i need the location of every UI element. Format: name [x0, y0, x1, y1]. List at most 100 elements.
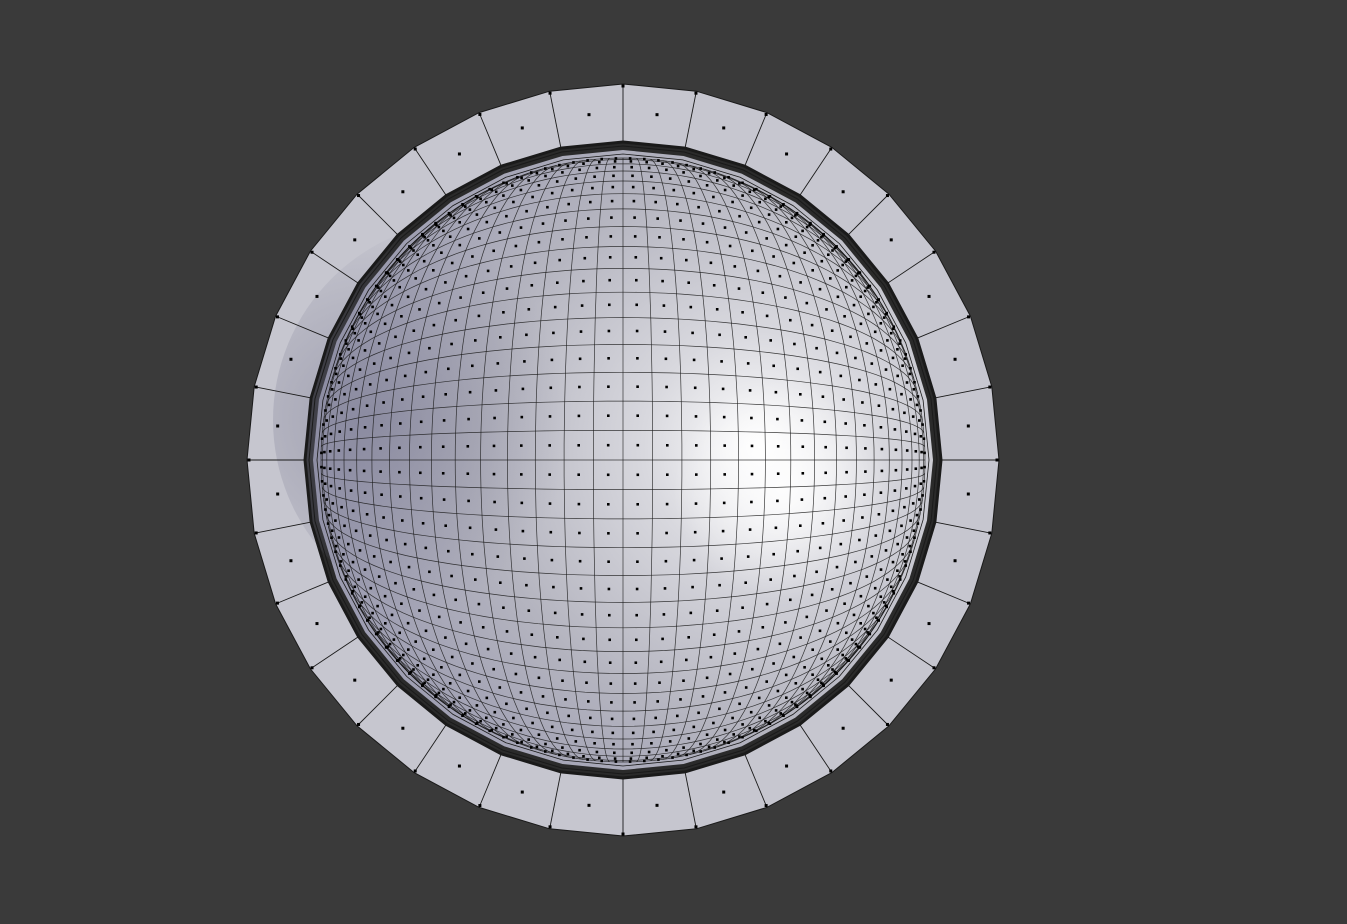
bowl-face-dot[interactable]	[349, 428, 353, 431]
bowl-face-dot[interactable]	[682, 679, 685, 682]
bowl-face-dot[interactable]	[880, 469, 884, 473]
bowl-face-dot[interactable]	[419, 471, 422, 475]
bowl-face-dot[interactable]	[525, 209, 528, 213]
bowl-face-dot[interactable]	[614, 157, 618, 160]
bowl-face-dot[interactable]	[658, 681, 661, 684]
bowl-face-dot[interactable]	[751, 249, 754, 253]
bowl-face-dot[interactable]	[721, 529, 725, 533]
bowl-face-dot[interactable]	[755, 187, 758, 191]
bowl-face-dot[interactable]	[748, 726, 752, 730]
bowl-face-dot[interactable]	[338, 430, 341, 433]
bowl-face-dot[interactable]	[394, 581, 397, 585]
bowl-face-dot[interactable]	[746, 362, 750, 365]
bowl-face-dot[interactable]	[879, 491, 883, 494]
bowl-face-dot[interactable]	[579, 330, 583, 333]
bowl-face-dot[interactable]	[630, 165, 633, 169]
bowl-face-dot[interactable]	[692, 558, 696, 562]
bowl-face-dot[interactable]	[502, 181, 505, 185]
bowl-face-dot[interactable]	[854, 274, 858, 278]
bowl-face-dot[interactable]	[574, 177, 578, 180]
bowl-face-dot[interactable]	[593, 742, 596, 745]
bowl-face-dot[interactable]	[368, 534, 372, 537]
bowl-face-dot[interactable]	[799, 636, 802, 639]
bowl-face-dot[interactable]	[913, 381, 916, 384]
bowl-face-dot[interactable]	[419, 445, 422, 449]
bowl-face-dot[interactable]	[923, 451, 926, 455]
bowl-face-dot[interactable]	[613, 165, 616, 169]
bowl-face-dot[interactable]	[905, 536, 909, 539]
bowl-face-dot[interactable]	[874, 534, 878, 537]
rim-vertex-dot[interactable]	[254, 531, 258, 535]
bowl-face-dot[interactable]	[549, 386, 553, 390]
bowl-face-dot[interactable]	[454, 598, 457, 602]
bowl-face-dot[interactable]	[811, 673, 814, 676]
bowl-face-dot[interactable]	[835, 565, 839, 569]
bowl-face-dot[interactable]	[882, 316, 886, 319]
bowl-face-dot[interactable]	[635, 278, 638, 282]
rim-face-dot[interactable]	[289, 559, 293, 563]
bowl-face-dot[interactable]	[741, 723, 744, 726]
bowl-face-dot[interactable]	[360, 601, 364, 604]
bowl-face-dot[interactable]	[320, 437, 324, 440]
bowl-face-dot[interactable]	[877, 404, 881, 407]
bowl-face-dot[interactable]	[920, 450, 923, 454]
bowl-face-dot[interactable]	[733, 265, 737, 268]
bowl-face-dot[interactable]	[877, 513, 881, 516]
bowl-face-dot[interactable]	[548, 415, 552, 418]
bowl-face-dot[interactable]	[553, 305, 557, 309]
bowl-face-dot[interactable]	[854, 642, 858, 646]
bowl-face-dot[interactable]	[697, 205, 700, 209]
bowl-face-dot[interactable]	[723, 444, 726, 447]
bowl-face-dot[interactable]	[323, 466, 326, 470]
bowl-face-dot[interactable]	[490, 728, 494, 732]
bowl-face-dot[interactable]	[900, 524, 903, 528]
bowl-face-dot[interactable]	[915, 513, 919, 517]
bowl-face-dot[interactable]	[707, 171, 711, 175]
bowl-face-dot[interactable]	[801, 472, 805, 475]
bowl-face-dot[interactable]	[792, 261, 796, 265]
bowl-face-dot[interactable]	[606, 473, 610, 477]
bowl-face-dot[interactable]	[868, 632, 872, 636]
bowl-face-dot[interactable]	[572, 161, 575, 164]
bowl-face-dot[interactable]	[468, 709, 472, 712]
bowl-face-dot[interactable]	[723, 473, 726, 476]
bowl-face-dot[interactable]	[636, 560, 639, 563]
bowl-face-dot[interactable]	[533, 261, 537, 265]
bowl-face-dot[interactable]	[872, 305, 875, 309]
bowl-face-dot[interactable]	[757, 696, 761, 700]
bowl-face-dot[interactable]	[685, 753, 688, 757]
bowl-face-dot[interactable]	[666, 473, 669, 476]
bowl-face-dot[interactable]	[330, 536, 333, 539]
bowl-face-dot[interactable]	[805, 225, 809, 229]
bowl-face-dot[interactable]	[530, 746, 533, 749]
bowl-face-dot[interactable]	[564, 219, 567, 222]
bowl-face-dot[interactable]	[424, 629, 428, 633]
bowl-face-dot[interactable]	[521, 529, 525, 533]
rim-vertex-dot[interactable]	[932, 250, 936, 254]
rim-vertex-dot[interactable]	[988, 385, 992, 389]
bowl-face-dot[interactable]	[398, 657, 402, 660]
bowl-face-dot[interactable]	[548, 444, 551, 447]
bowl-face-dot[interactable]	[854, 356, 857, 360]
bowl-face-dot[interactable]	[880, 447, 884, 451]
bowl-face-dot[interactable]	[774, 390, 778, 394]
bowl-face-dot[interactable]	[741, 194, 744, 197]
bowl-face-dot[interactable]	[442, 419, 446, 422]
bowl-face-dot[interactable]	[761, 626, 765, 629]
bowl-face-dot[interactable]	[442, 498, 446, 501]
bowl-face-dot[interactable]	[475, 213, 479, 216]
bowl-face-dot[interactable]	[664, 559, 668, 563]
rim-face-dot[interactable]	[520, 790, 524, 794]
bowl-face-dot[interactable]	[911, 502, 915, 505]
bowl-face-dot[interactable]	[494, 190, 498, 194]
bowl-face-dot[interactable]	[418, 609, 421, 612]
bowl-face-dot[interactable]	[322, 494, 325, 497]
bowl-face-dot[interactable]	[613, 757, 617, 760]
bowl-face-dot[interactable]	[610, 216, 613, 219]
rim-vertex-dot[interactable]	[988, 531, 992, 535]
bowl-face-dot[interactable]	[452, 216, 456, 220]
bowl-face-dot[interactable]	[345, 342, 348, 345]
bowl-face-dot[interactable]	[722, 415, 726, 419]
bowl-face-dot[interactable]	[544, 750, 547, 753]
bowl-face-dot[interactable]	[756, 269, 760, 273]
